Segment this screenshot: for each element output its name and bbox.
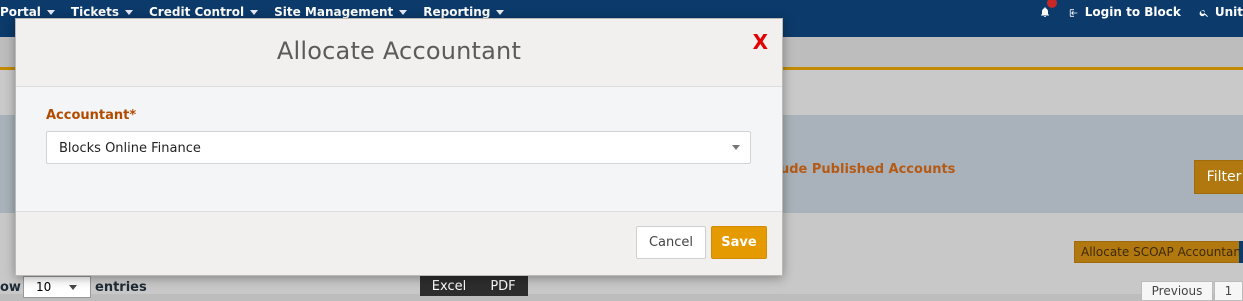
search-icon bbox=[1199, 7, 1209, 17]
nav-reporting[interactable]: Reporting bbox=[423, 5, 505, 19]
nav-credit-control[interactable]: Credit Control bbox=[149, 5, 259, 19]
accountant-label: Accountant* bbox=[46, 108, 137, 123]
chevron-down-icon bbox=[250, 9, 259, 15]
pagination-previous-button[interactable]: Previous bbox=[1141, 281, 1213, 301]
modal-body: Accountant* Blocks Online Finance bbox=[16, 87, 782, 212]
nav-portal-label: Portal bbox=[0, 5, 41, 19]
entries-select[interactable]: 10 bbox=[23, 276, 91, 298]
nav-site-management-label: Site Management bbox=[274, 5, 394, 19]
bell-icon[interactable] bbox=[1039, 0, 1057, 18]
login-icon bbox=[1069, 7, 1079, 17]
allocate-accountant-modal: Allocate Accountant X Accountant* Blocks… bbox=[15, 18, 783, 276]
nav-credit-control-label: Credit Control bbox=[149, 5, 245, 19]
accountant-select[interactable]: Blocks Online Finance bbox=[46, 131, 751, 164]
excel-export-button[interactable]: Excel bbox=[420, 276, 478, 296]
chevron-down-icon bbox=[46, 9, 55, 15]
search-label: Unit bbox=[1214, 5, 1243, 19]
nav-tickets[interactable]: Tickets bbox=[71, 5, 133, 19]
cancel-button[interactable]: Cancel bbox=[636, 226, 706, 259]
topbar-right: Login to Block Unit bbox=[1039, 0, 1243, 24]
close-button[interactable]: X bbox=[753, 32, 768, 52]
modal-footer: Cancel Save bbox=[16, 212, 782, 275]
search-unit[interactable]: Unit bbox=[1199, 5, 1243, 19]
accountant-selected-value: Blocks Online Finance bbox=[59, 141, 201, 156]
published-accounts-label: ude Published Accounts bbox=[780, 162, 956, 177]
modal-header: Allocate Accountant X bbox=[16, 19, 782, 87]
chevron-down-icon bbox=[125, 9, 133, 15]
entries-label: entries bbox=[95, 280, 147, 295]
nav-site-management[interactable]: Site Management bbox=[274, 5, 408, 19]
chevron-down-icon bbox=[496, 9, 505, 15]
chevron-down-icon bbox=[69, 284, 78, 290]
pdf-export-button[interactable]: PDF bbox=[478, 276, 528, 296]
chevron-down-icon bbox=[732, 145, 740, 150]
show-label: ow bbox=[0, 280, 21, 295]
notification-badge bbox=[1046, 0, 1057, 8]
entries-select-value: 10 bbox=[36, 280, 52, 294]
save-button[interactable]: Save bbox=[711, 226, 767, 259]
allocate-scoap-accountant-button[interactable]: Allocate SCOAP Accountant bbox=[1074, 241, 1243, 263]
modal-title: Allocate Accountant bbox=[276, 37, 522, 65]
filter-button[interactable]: Filter bbox=[1194, 160, 1243, 194]
chevron-down-icon bbox=[399, 9, 408, 15]
nav-tickets-label: Tickets bbox=[70, 5, 119, 19]
nav-reporting-label: Reporting bbox=[423, 5, 491, 19]
login-to-block-link[interactable]: Login to Block bbox=[1069, 5, 1181, 19]
nav-portal[interactable]: Portal bbox=[0, 5, 55, 19]
login-to-block-label: Login to Block bbox=[1084, 5, 1181, 19]
pagination-page-1-button[interactable]: 1 bbox=[1214, 281, 1243, 301]
scoap-button-edge bbox=[1239, 241, 1243, 263]
